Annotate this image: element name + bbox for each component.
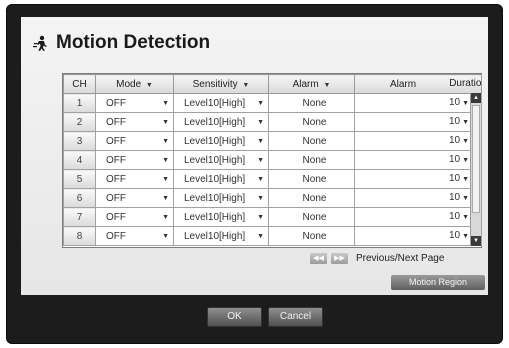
channel-cell: 3 (63, 131, 96, 151)
motion-table: CH Mode ▼ Sensitivity ▼ Alarm ▼ Alarm Du… (62, 73, 482, 248)
scroll-thumb[interactable] (472, 105, 480, 213)
sensitivity-select[interactable]: Level10[High] ▼ (173, 169, 269, 189)
alarm-select[interactable]: None (268, 150, 355, 170)
table-row: 6 OFF ▼ Level10[High] ▼ None 10 ▼ (63, 188, 482, 208)
alarm-select[interactable]: None (268, 169, 355, 189)
channel-cell: 8 (63, 226, 96, 246)
chevron-down-icon: ▼ (462, 176, 469, 183)
chevron-down-icon: ▼ (162, 156, 169, 164)
next-page-button[interactable]: ▶▶ (331, 253, 348, 264)
chevron-down-icon: ▼ (462, 100, 469, 107)
pager: ◀◀ ▶▶ Previous/Next Page (310, 253, 444, 264)
channel-cell: 7 (63, 207, 96, 227)
sensitivity-select[interactable]: Level10[High] ▼ (173, 207, 269, 227)
chevron-down-icon: ▼ (257, 99, 264, 107)
duration-select[interactable]: 10 ▼ (354, 131, 482, 151)
previous-page-button[interactable]: ◀◀ (310, 253, 327, 264)
chevron-down-icon: ▼ (257, 118, 264, 126)
alarm-select[interactable]: None (268, 93, 355, 113)
channel-cell: 6 (63, 188, 96, 208)
header-alarm-duration: Alarm Duration (354, 74, 482, 94)
duration-select[interactable]: 10 ▼ (354, 188, 482, 208)
mode-select[interactable]: OFF ▼ (95, 112, 174, 132)
dialog-frame: Motion Detection CH Mode ▼ Sensitivity ▼… (6, 4, 503, 344)
scroll-down-icon[interactable]: ▼ (471, 236, 481, 246)
chevron-down-icon: ▼ (462, 138, 469, 145)
chevron-down-icon: ▼ (257, 232, 264, 240)
header-duration: Duration (449, 78, 482, 89)
mode-select[interactable]: OFF ▼ (95, 150, 174, 170)
dialog-panel: Motion Detection CH Mode ▼ Sensitivity ▼… (21, 17, 488, 295)
table-header-row: CH Mode ▼ Sensitivity ▼ Alarm ▼ Alarm Du… (63, 74, 482, 94)
mode-select[interactable]: OFF ▼ (95, 226, 174, 246)
sensitivity-select[interactable]: Level10[High] ▼ (173, 131, 269, 151)
mode-select[interactable]: OFF ▼ (95, 169, 174, 189)
duration-select[interactable]: 10 ▼ (354, 207, 482, 227)
chevron-down-icon: ▼ (462, 233, 469, 240)
chevron-down-icon: ▼ (462, 157, 469, 164)
table-row: 1 OFF ▼ Level10[High] ▼ None 10 ▼ (63, 93, 482, 113)
dialog-title-text: Motion Detection (56, 32, 211, 53)
chevron-down-icon: ▼ (462, 119, 469, 126)
table-scrollbar[interactable]: ▲ ▼ (470, 93, 481, 246)
pager-label: Previous/Next Page (356, 253, 445, 264)
chevron-down-icon: ▼ (242, 81, 250, 89)
duration-select[interactable]: 10 ▼ (354, 93, 482, 113)
ok-button[interactable]: OK (207, 307, 262, 327)
scroll-up-icon[interactable]: ▲ (471, 93, 481, 103)
table-row: 8 OFF ▼ Level10[High] ▼ None 10 ▼ (63, 226, 482, 246)
sensitivity-select[interactable]: Level10[High] ▼ (173, 150, 269, 170)
chevron-down-icon: ▼ (162, 118, 169, 126)
chevron-down-icon: ▼ (462, 195, 469, 202)
duration-select[interactable]: 10 ▼ (354, 150, 482, 170)
table-row: 4 OFF ▼ Level10[High] ▼ None 10 ▼ (63, 150, 482, 170)
mode-select[interactable]: OFF ▼ (95, 188, 174, 208)
channel-cell: 4 (63, 150, 96, 170)
chevron-down-icon: ▼ (257, 156, 264, 164)
table-row: 7 OFF ▼ Level10[High] ▼ None 10 ▼ (63, 207, 482, 227)
motion-person-icon (33, 35, 49, 51)
duration-select[interactable]: 10 ▼ (354, 169, 482, 189)
header-ch: CH (63, 74, 96, 94)
chevron-down-icon: ▼ (257, 213, 264, 221)
alarm-select[interactable]: None (268, 207, 355, 227)
alarm-select[interactable]: None (268, 226, 355, 246)
motion-region-button[interactable]: Motion Region (391, 275, 485, 290)
chevron-down-icon: ▼ (462, 214, 469, 221)
chevron-down-icon: ▼ (257, 175, 264, 183)
mode-select[interactable]: OFF ▼ (95, 93, 174, 113)
table-row: 2 OFF ▼ Level10[High] ▼ None 10 ▼ (63, 112, 482, 132)
mode-select[interactable]: OFF ▼ (95, 131, 174, 151)
duration-select[interactable]: 10 ▼ (354, 112, 482, 132)
chevron-down-icon: ▼ (162, 232, 169, 240)
dialog-title: Motion Detection (33, 31, 210, 55)
alarm-select[interactable]: None (268, 112, 355, 132)
header-mode[interactable]: Mode ▼ (95, 74, 174, 94)
header-sensitivity[interactable]: Sensitivity ▼ (173, 74, 269, 94)
alarm-select[interactable]: None (268, 131, 355, 151)
alarm-select[interactable]: None (268, 188, 355, 208)
chevron-down-icon: ▼ (162, 175, 169, 183)
sensitivity-select[interactable]: Level10[High] ▼ (173, 226, 269, 246)
table-row: 3 OFF ▼ Level10[High] ▼ None 10 ▼ (63, 131, 482, 151)
chevron-down-icon: ▼ (162, 137, 169, 145)
chevron-down-icon: ▼ (162, 99, 169, 107)
cancel-button[interactable]: Cancel (268, 307, 323, 327)
sensitivity-select[interactable]: Level10[High] ▼ (173, 93, 269, 113)
channel-cell: 2 (63, 112, 96, 132)
chevron-down-icon: ▼ (162, 194, 169, 202)
chevron-down-icon: ▼ (145, 81, 153, 89)
sensitivity-select[interactable]: Level10[High] ▼ (173, 188, 269, 208)
channel-cell: 1 (63, 93, 96, 113)
channel-cell: 5 (63, 169, 96, 189)
chevron-down-icon: ▼ (323, 81, 331, 89)
sensitivity-select[interactable]: Level10[High] ▼ (173, 112, 269, 132)
chevron-down-icon: ▼ (162, 213, 169, 221)
table-row: 5 OFF ▼ Level10[High] ▼ None 10 ▼ (63, 169, 482, 189)
header-alarm[interactable]: Alarm ▼ (268, 74, 355, 94)
chevron-down-icon: ▼ (257, 194, 264, 202)
chevron-down-icon: ▼ (257, 137, 264, 145)
duration-select[interactable]: 10 ▼ (354, 226, 482, 246)
mode-select[interactable]: OFF ▼ (95, 207, 174, 227)
